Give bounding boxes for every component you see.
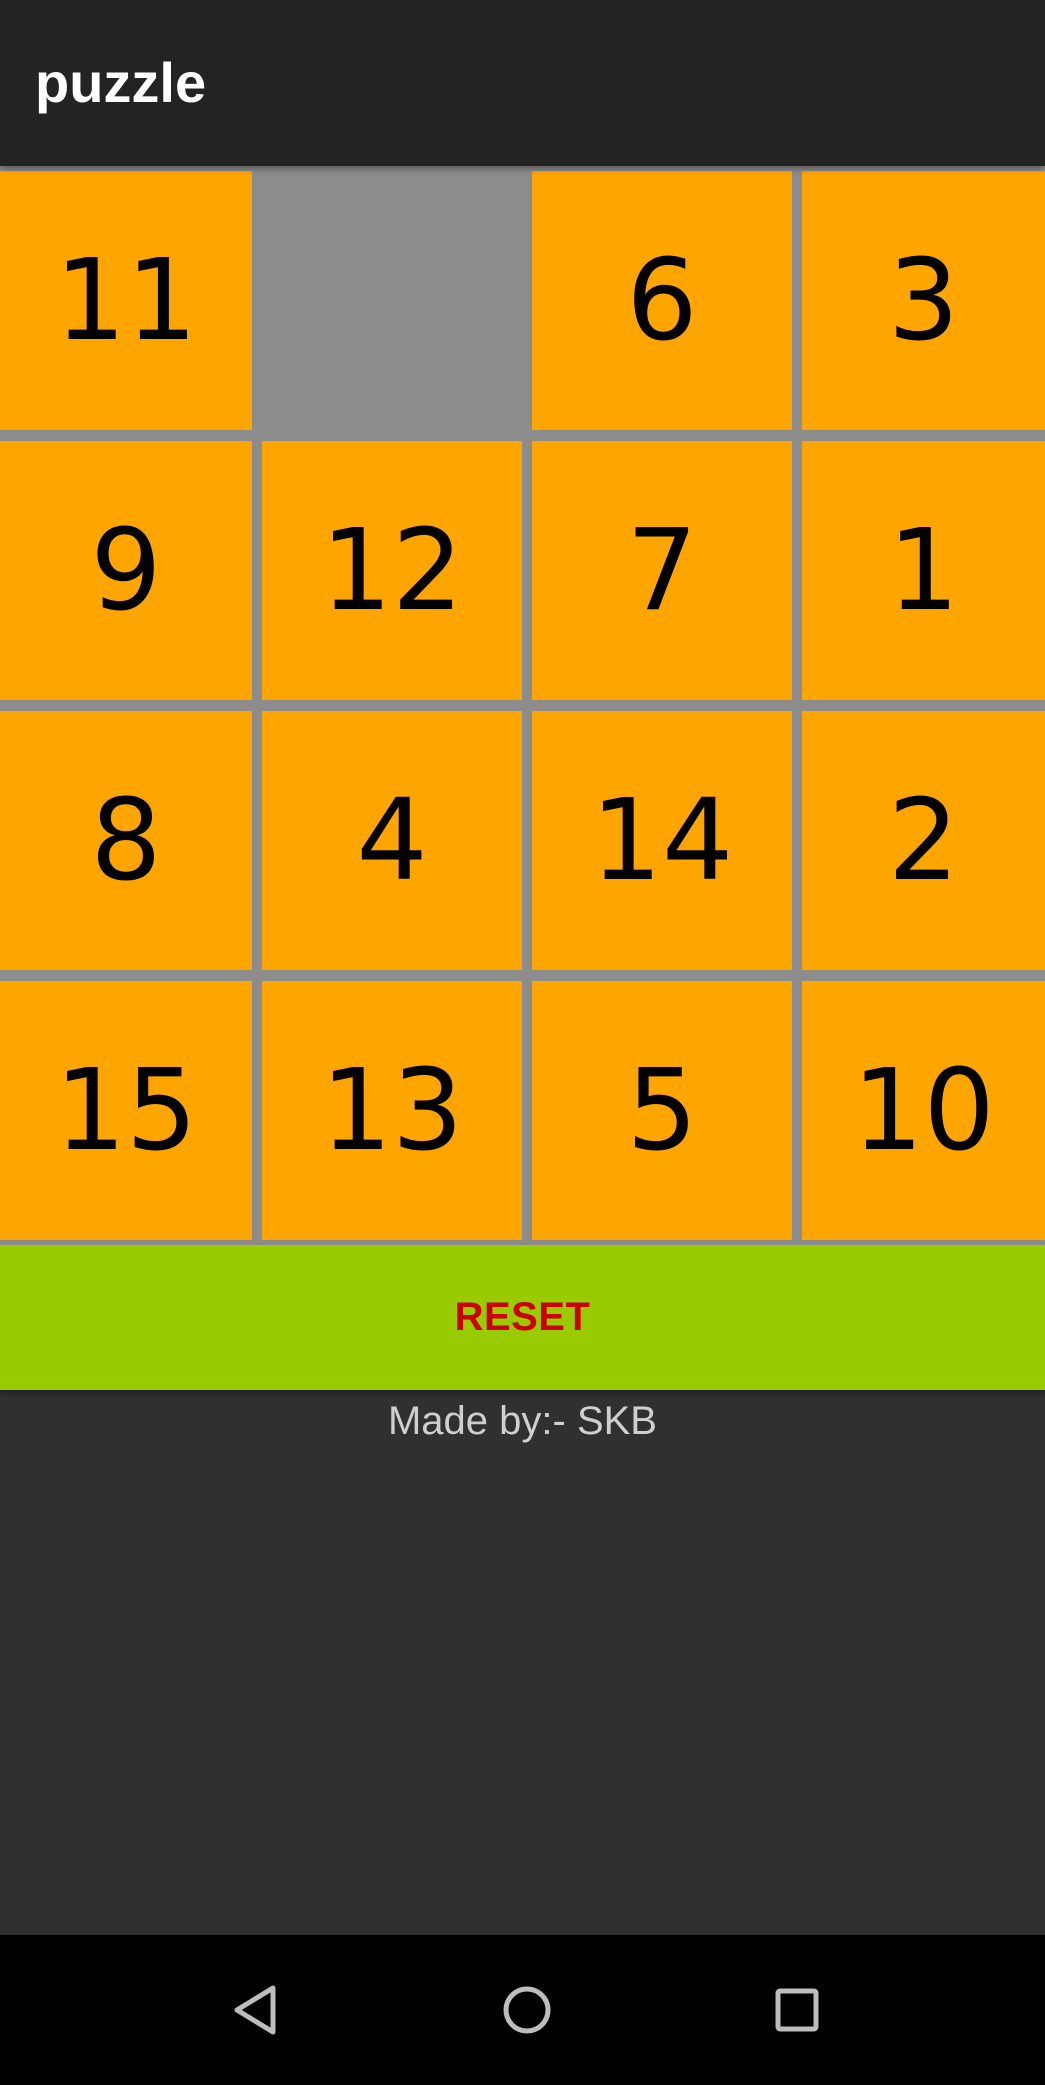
- system-nav-bar: [0, 1935, 1045, 2085]
- tile-r3-c3[interactable]: 10: [802, 981, 1045, 1240]
- tile-r0-c2[interactable]: 6: [532, 171, 792, 430]
- tile-r2-c0[interactable]: 8: [0, 711, 252, 970]
- tile-r1-c1[interactable]: 12: [262, 441, 522, 700]
- reset-button[interactable]: RESET: [0, 1245, 1045, 1390]
- tile-r0-c3[interactable]: 3: [802, 171, 1045, 430]
- tile-r2-c1[interactable]: 4: [262, 711, 522, 970]
- app-bar: puzzle: [0, 0, 1045, 166]
- tile-r3-c1[interactable]: 13: [262, 981, 522, 1240]
- recents-icon[interactable]: [757, 1970, 837, 2050]
- tile-r1-c2[interactable]: 7: [532, 441, 792, 700]
- tile-r1-c3[interactable]: 1: [802, 441, 1045, 700]
- home-icon[interactable]: [487, 1970, 567, 2050]
- back-icon[interactable]: [217, 1970, 297, 2050]
- empty-tile[interactable]: [252, 166, 530, 439]
- puzzle-board: 11 6 3 9 12 7 1 8 4 14 2 15 13 5 10: [0, 166, 1045, 1245]
- tile-r3-c0[interactable]: 15: [0, 981, 252, 1240]
- app-title: puzzle: [35, 51, 207, 114]
- footer-credit: Made by:- SKB: [387, 1399, 657, 1443]
- tile-r1-c0[interactable]: 9: [0, 441, 252, 700]
- tile-r3-c2[interactable]: 5: [532, 981, 792, 1240]
- tile-r2-c3[interactable]: 2: [802, 711, 1045, 970]
- tile-r0-c0[interactable]: 11: [0, 171, 252, 430]
- tile-r2-c2[interactable]: 14: [532, 711, 792, 970]
